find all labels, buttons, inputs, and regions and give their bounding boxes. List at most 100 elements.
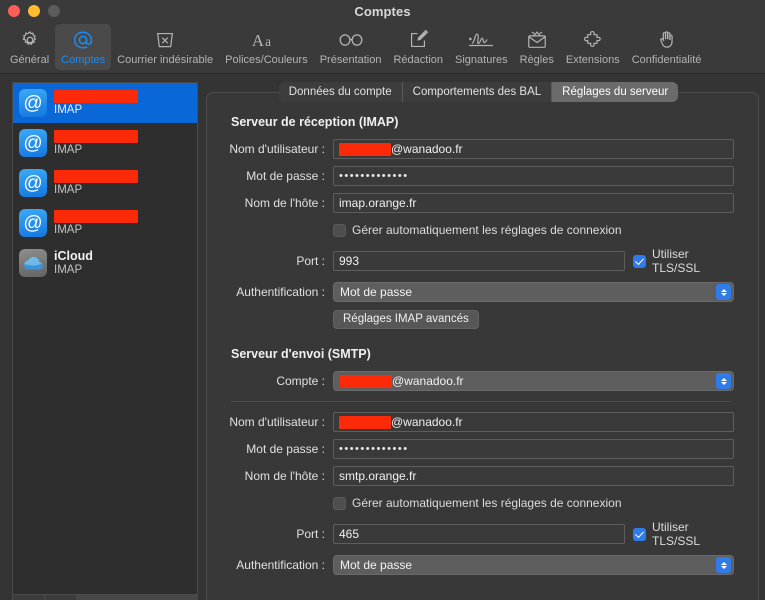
- account-row-5[interactable]: iCloud IMAP: [13, 243, 197, 283]
- account-text: IMAP: [54, 209, 191, 237]
- tab-group: Données du compte Comportements des BAL …: [278, 82, 679, 102]
- tab-comportements-des-bal[interactable]: Comportements des BAL: [402, 82, 553, 102]
- at-sign-icon: [71, 27, 95, 53]
- incoming-password-value: •••••••••••••: [339, 170, 409, 182]
- outgoing-username-label: Nom d'utilisateur :: [229, 415, 325, 429]
- at-account-icon: @: [19, 169, 47, 197]
- incoming-auto-manage-row: Gérer automatiquement les réglages de co…: [217, 220, 734, 240]
- account-text: iCloud IMAP: [54, 249, 191, 277]
- outgoing-auth-value: Mot de passe: [340, 558, 413, 572]
- preferences-toolbar: Général Comptes Courrier indésirable A a…: [0, 22, 765, 74]
- hand-privacy-icon: [656, 27, 678, 53]
- toolbar-item-comptes[interactable]: Comptes: [55, 24, 112, 70]
- tab-bar: Données du compte Comportements des BAL …: [198, 82, 759, 102]
- svg-text:a: a: [266, 34, 272, 49]
- toolbar-item-general[interactable]: Général: [4, 24, 55, 70]
- outgoing-password-row: Mot de passe : •••••••••••••: [217, 439, 734, 459]
- add-account-button[interactable]: +: [13, 595, 45, 600]
- incoming-tls-label: Utiliser TLS/SSL: [652, 247, 701, 275]
- outgoing-password-input[interactable]: •••••••••••••: [333, 439, 734, 459]
- incoming-password-row: Mot de passe : •••••••••••••: [217, 166, 734, 186]
- imap-advanced-settings-button[interactable]: Réglages IMAP avancés: [333, 309, 479, 329]
- outgoing-hostname-input[interactable]: smtp.orange.fr: [333, 466, 734, 486]
- account-detail-pane: Données du compte Comportements des BAL …: [198, 82, 759, 600]
- account-type: IMAP: [54, 143, 83, 156]
- incoming-hostname-input[interactable]: imap.orange.fr: [333, 193, 734, 213]
- account-name: [54, 129, 138, 143]
- account-text: IMAP: [54, 89, 191, 117]
- account-row-1[interactable]: @ IMAP: [13, 83, 197, 123]
- outgoing-auth-dropdown[interactable]: Mot de passe: [333, 555, 734, 575]
- outgoing-password-label: Mot de passe :: [246, 442, 325, 456]
- outgoing-auto-manage-label: Gérer automatiquement les réglages de co…: [352, 496, 622, 510]
- toolbar-item-signatures[interactable]: Signatures: [449, 24, 514, 70]
- outgoing-auth-label: Authentification :: [236, 558, 325, 572]
- outgoing-auto-manage-checkbox[interactable]: Gérer automatiquement les réglages de co…: [333, 496, 622, 510]
- icloud-account-icon: [19, 249, 47, 277]
- checkbox-unchecked-icon: [333, 223, 346, 237]
- outgoing-username-input[interactable]: @wanadoo.fr: [333, 412, 734, 432]
- glasses-icon: [337, 27, 365, 53]
- rules-envelope-icon: [525, 27, 549, 53]
- toolbar-label: Général: [10, 54, 50, 66]
- incoming-username-value: @wanadoo.fr: [391, 142, 463, 156]
- tab-reglages-du-serveur[interactable]: Réglages du serveur: [552, 82, 679, 102]
- incoming-auto-manage-label: Gérer automatiquement les réglages de co…: [352, 223, 622, 237]
- account-type: IMAP: [54, 103, 83, 116]
- account-name: [54, 89, 138, 103]
- accounts-footer-bar: + −: [12, 594, 198, 600]
- incoming-password-label: Mot de passe :: [246, 169, 325, 183]
- outgoing-port-label: Port :: [296, 527, 325, 541]
- toolbar-label: Courrier indésirable: [117, 54, 214, 66]
- checkbox-unchecked-icon: [333, 496, 346, 510]
- toolbar-item-courrier-indesirable[interactable]: Courrier indésirable: [111, 24, 219, 70]
- outgoing-hostname-row: Nom de l'hôte : smtp.orange.fr: [217, 466, 734, 486]
- checkbox-checked-icon: [633, 254, 646, 268]
- outgoing-port-input[interactable]: 465: [333, 524, 625, 544]
- server-settings-panel: Serveur de réception (IMAP) Nom d'utilis…: [206, 92, 759, 600]
- outgoing-username-row: Nom d'utilisateur : @wanadoo.fr: [217, 412, 734, 432]
- redacted-username-block: [339, 415, 391, 429]
- incoming-username-input[interactable]: @wanadoo.fr: [333, 139, 734, 159]
- outgoing-account-dropdown[interactable]: @wanadoo.fr: [333, 371, 734, 391]
- incoming-auto-manage-checkbox[interactable]: Gérer automatiquement les réglages de co…: [333, 223, 622, 237]
- toolbar-item-redaction[interactable]: Rédaction: [387, 24, 449, 70]
- incoming-port-input[interactable]: 993: [333, 251, 625, 271]
- outgoing-username-value: @wanadoo.fr: [391, 415, 463, 429]
- toolbar-label: Règles: [519, 54, 554, 66]
- toolbar-item-extensions[interactable]: Extensions: [560, 24, 626, 70]
- outgoing-port-row: Port : 465 Utiliser TLS/SSL: [217, 520, 734, 548]
- account-row-2[interactable]: @ IMAP: [13, 123, 197, 163]
- tab-donnees-du-compte[interactable]: Données du compte: [278, 82, 403, 102]
- account-type: IMAP: [54, 183, 83, 196]
- remove-account-button[interactable]: −: [45, 595, 77, 600]
- accounts-list[interactable]: @ IMAP @ IMAP @ IMAP @ IMAP iCloud IMAP: [12, 82, 198, 594]
- incoming-tls-checkbox[interactable]: Utiliser TLS/SSL: [633, 247, 734, 275]
- incoming-auth-label: Authentification :: [236, 285, 325, 299]
- at-account-icon: @: [19, 129, 47, 157]
- incoming-password-input[interactable]: •••••••••••••: [333, 166, 734, 186]
- toolbar-item-polices-couleurs[interactable]: A a Polices/Couleurs: [219, 24, 314, 70]
- outgoing-tls-label: Utiliser TLS/SSL: [652, 520, 701, 548]
- toolbar-item-confidentialite[interactable]: Confidentialité: [626, 24, 708, 70]
- signature-icon: [467, 27, 495, 53]
- compose-pencil-icon: [407, 27, 429, 53]
- toolbar-label: Confidentialité: [631, 54, 702, 66]
- redacted-account-block: [340, 374, 392, 388]
- toolbar-item-presentation[interactable]: Présentation: [314, 24, 388, 70]
- outgoing-hostname-label: Nom de l'hôte :: [244, 469, 325, 483]
- outgoing-tls-checkbox[interactable]: Utiliser TLS/SSL: [633, 520, 734, 548]
- incoming-section-title: Serveur de réception (IMAP): [231, 115, 399, 129]
- incoming-username-row: Nom d'utilisateur : @wanadoo.fr: [217, 139, 734, 159]
- chevron-updown-icon: [716, 373, 731, 389]
- account-row-4[interactable]: @ IMAP: [13, 203, 197, 243]
- fonts-aa-icon: A a: [251, 27, 281, 53]
- incoming-auth-dropdown[interactable]: Mot de passe: [333, 282, 734, 302]
- chevron-updown-icon: [716, 284, 731, 300]
- account-row-3[interactable]: @ IMAP: [13, 163, 197, 203]
- smtp-divider: [231, 401, 730, 402]
- toolbar-label: Polices/Couleurs: [225, 54, 308, 66]
- toolbar-item-regles[interactable]: Règles: [514, 24, 560, 70]
- toolbar-label: Signatures: [455, 54, 508, 66]
- svg-text:A: A: [252, 31, 264, 50]
